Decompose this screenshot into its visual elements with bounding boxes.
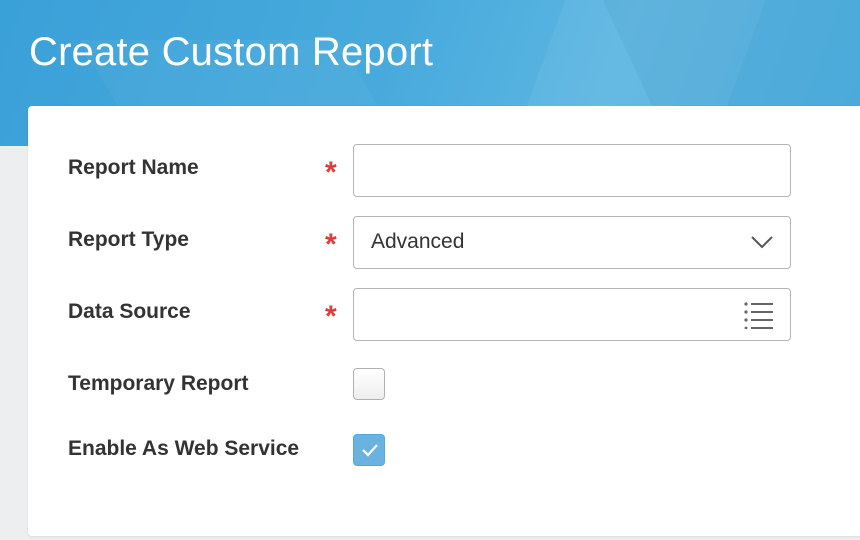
checkmark-icon <box>362 444 378 457</box>
report-type-select[interactable]: Advanced <box>353 216 791 269</box>
report-name-field[interactable] <box>353 144 791 197</box>
page: Create Custom Report Report Name * Repor… <box>0 0 860 540</box>
report-name-input[interactable] <box>354 145 790 196</box>
list-icon[interactable] <box>744 301 774 329</box>
data-source-prompt[interactable] <box>353 288 791 341</box>
enable-web-service-label: Enable As Web Service <box>68 437 300 460</box>
form-card: Report Name * Report Type * Advanced Dat… <box>28 106 860 536</box>
data-source-label: Data Source <box>68 300 191 323</box>
report-type-label: Report Type <box>68 228 189 251</box>
enable-web-service-checkbox[interactable] <box>353 434 385 466</box>
report-name-label: Report Name <box>68 156 199 179</box>
temporary-report-checkbox[interactable] <box>353 368 385 400</box>
data-source-input[interactable] <box>354 289 790 340</box>
required-marker: * <box>325 228 337 261</box>
page-title: Create Custom Report <box>29 30 434 74</box>
required-marker: * <box>325 300 337 333</box>
temporary-report-label: Temporary Report <box>68 372 249 395</box>
chevron-down-icon[interactable] <box>750 235 774 249</box>
required-marker: * <box>325 156 337 189</box>
report-type-value: Advanced <box>371 230 465 253</box>
